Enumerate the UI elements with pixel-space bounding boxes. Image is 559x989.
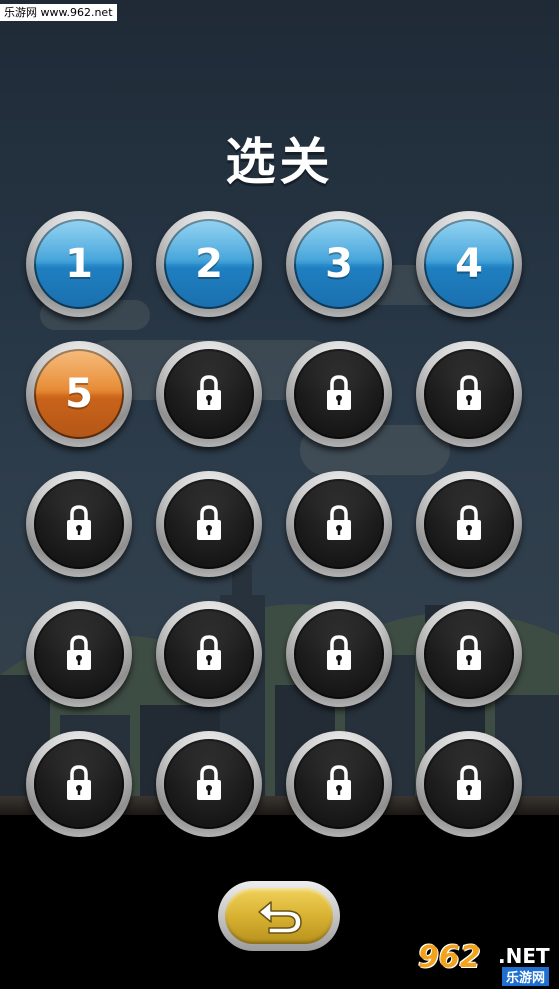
level-button-face (34, 479, 124, 569)
level-button-face (34, 739, 124, 829)
return-arrow-icon (258, 901, 302, 934)
level-button-face (294, 479, 384, 569)
lock-icon (457, 505, 481, 540)
level-button-5[interactable]: 5 (26, 341, 132, 447)
lock-icon (197, 635, 221, 670)
level-button-2[interactable]: 2 (156, 211, 262, 317)
level-button-locked[interactable] (416, 731, 522, 837)
level-button-locked[interactable] (26, 731, 132, 837)
level-number: 5 (65, 371, 93, 417)
level-button-locked[interactable] (286, 471, 392, 577)
level-button-4[interactable]: 4 (416, 211, 522, 317)
level-button-locked[interactable] (156, 731, 262, 837)
level-button-3[interactable]: 3 (286, 211, 392, 317)
level-button-face: 4 (424, 219, 514, 309)
level-button-face (424, 479, 514, 569)
level-button-face (424, 739, 514, 829)
level-button-locked[interactable] (156, 471, 262, 577)
level-button-locked[interactable] (286, 341, 392, 447)
level-button-face (294, 609, 384, 699)
level-button-locked[interactable] (286, 731, 392, 837)
lock-icon (457, 765, 481, 800)
back-button[interactable] (218, 881, 340, 951)
level-button-face (294, 349, 384, 439)
level-button-locked[interactable] (156, 601, 262, 707)
level-button-face (34, 609, 124, 699)
lock-icon (457, 635, 481, 670)
level-grid: 1 2 3 4 5 (26, 211, 536, 839)
lock-icon (67, 635, 91, 670)
level-button-face (164, 609, 254, 699)
level-button-locked[interactable] (416, 341, 522, 447)
lock-icon (67, 505, 91, 540)
level-button-locked[interactable] (26, 601, 132, 707)
level-number: 2 (195, 241, 223, 287)
level-button-face (164, 739, 254, 829)
lock-icon (327, 375, 351, 410)
level-button-locked[interactable] (416, 471, 522, 577)
lock-icon (197, 375, 221, 410)
lock-icon (457, 375, 481, 410)
level-button-locked[interactable] (416, 601, 522, 707)
site-watermark: 乐游网 www.962.net (0, 4, 117, 21)
lock-icon (327, 635, 351, 670)
lock-icon (327, 765, 351, 800)
level-button-locked[interactable] (156, 341, 262, 447)
level-button-locked[interactable] (286, 601, 392, 707)
site-logo-watermark: 962 .NET 乐游网 (418, 940, 550, 986)
level-button-face (294, 739, 384, 829)
level-button-face (164, 479, 254, 569)
lock-icon (197, 505, 221, 540)
level-button-face (424, 609, 514, 699)
level-button-face: 3 (294, 219, 384, 309)
level-button-face: 1 (34, 219, 124, 309)
level-button-face: 5 (34, 349, 124, 439)
level-number: 1 (65, 241, 93, 287)
level-button-face (424, 349, 514, 439)
level-button-1[interactable]: 1 (26, 211, 132, 317)
level-button-face (164, 349, 254, 439)
lock-icon (327, 505, 351, 540)
level-button-face: 2 (164, 219, 254, 309)
lock-icon (67, 765, 91, 800)
lock-icon (197, 765, 221, 800)
back-button-face (225, 888, 333, 944)
level-number: 4 (455, 241, 483, 287)
level-button-locked[interactable] (26, 471, 132, 577)
level-number: 3 (325, 241, 353, 287)
page-title: 选关 (225, 133, 334, 191)
